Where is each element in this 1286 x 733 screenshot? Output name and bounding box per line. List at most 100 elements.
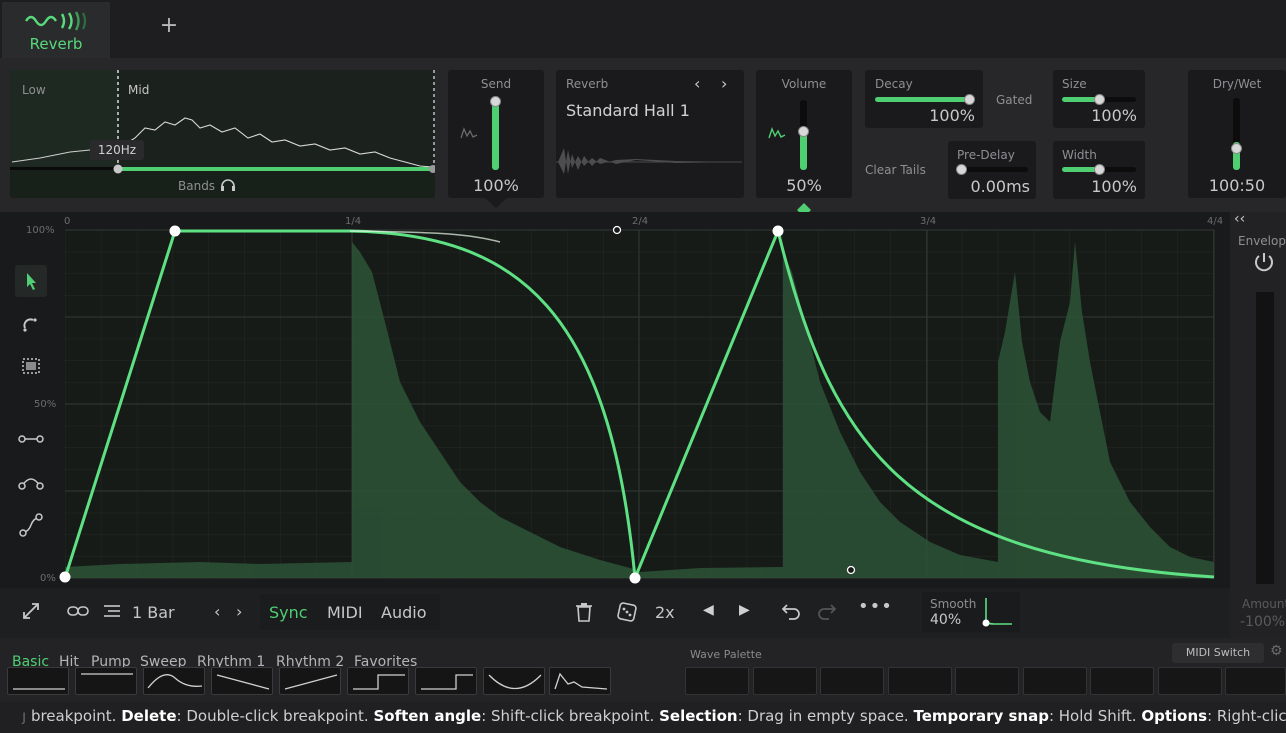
shape-ramp-down[interactable]	[211, 667, 273, 695]
shape-step-up[interactable]	[347, 667, 409, 695]
shape-step-up-icon	[353, 674, 405, 690]
status-key-options: Options	[1141, 707, 1208, 725]
headphones-icon[interactable]	[220, 178, 236, 192]
preset-next-button[interactable]: ›	[721, 74, 727, 93]
status-desc-delete: : Double-click breakpoint.	[176, 707, 369, 725]
reverb-ir-waveform	[556, 148, 742, 174]
wave-slot-2[interactable]	[753, 667, 817, 695]
shape-pluck[interactable]	[549, 667, 611, 695]
gated-toggle[interactable]: Gated	[996, 93, 1032, 107]
link-icon[interactable]	[66, 602, 90, 620]
volume-slider-handle[interactable]	[798, 126, 809, 137]
collapse-panel-button[interactable]: ‹‹	[1234, 211, 1245, 227]
curve-s-tool[interactable]	[15, 509, 47, 541]
drywet-label: Dry/Wet	[1212, 77, 1262, 91]
wave-slot-7[interactable]	[1090, 667, 1154, 695]
amount-value[interactable]: -100%	[1240, 614, 1285, 630]
send-slider-fill	[492, 100, 499, 170]
status-key-soften: Soften angle	[373, 707, 482, 725]
multiply-button[interactable]: 2x	[655, 603, 675, 622]
predelay-label: Pre-Delay	[957, 148, 1015, 162]
length-next-button[interactable]: ›	[236, 602, 242, 621]
wave-slot-4[interactable]	[888, 667, 952, 695]
smooth-value[interactable]: 40%	[930, 612, 961, 628]
audio-mode-button[interactable]: Audio	[381, 603, 426, 622]
shape-flat-low[interactable]	[7, 667, 69, 695]
redo-icon[interactable]	[816, 601, 838, 621]
trash-icon[interactable]	[574, 601, 594, 623]
tab-label: Reverb	[29, 35, 83, 53]
x-tick-0: 0	[64, 216, 71, 227]
crossover-freq-tooltip: 120Hz	[90, 140, 144, 160]
tab-reverb[interactable]: Reverb	[2, 2, 110, 58]
length-value[interactable]: 1 Bar	[132, 603, 175, 622]
predelay-slider[interactable]	[958, 167, 1028, 172]
add-tab-button[interactable]: +	[155, 12, 183, 40]
more-options-button[interactable]: •••	[858, 596, 893, 617]
undo-icon[interactable]	[780, 601, 802, 621]
volume-mod-icon[interactable]	[768, 126, 786, 140]
power-icon[interactable]	[1252, 250, 1276, 274]
magnet-tool[interactable]	[15, 308, 47, 340]
x-tick-1: 1/4	[345, 216, 362, 227]
shape-step-late[interactable]	[415, 667, 477, 695]
amount-label: Amount	[1242, 597, 1286, 611]
shape-flat-high-icon	[81, 673, 133, 675]
predelay-slider-handle[interactable]	[956, 164, 967, 175]
shape-dip[interactable]	[483, 667, 545, 695]
length-menu-icon[interactable]	[101, 602, 123, 620]
width-panel: Width 100%	[1053, 141, 1145, 199]
midi-mode-button[interactable]: MIDI	[327, 603, 363, 622]
midi-switch-button[interactable]: MIDI Switch	[1172, 643, 1264, 663]
shape-flat-high[interactable]	[75, 667, 137, 695]
curve-arch-tool[interactable]	[15, 466, 47, 498]
wave-slot-8[interactable]	[1158, 667, 1222, 695]
drywet-panel: Dry/Wet 100:50	[1188, 70, 1286, 198]
wave-slot-1[interactable]	[685, 667, 749, 695]
reverb-preset-name[interactable]: Standard Hall 1	[566, 101, 690, 120]
wave-slot-5[interactable]	[955, 667, 1019, 695]
smooth-curve-icon[interactable]	[980, 596, 1014, 630]
status-desc-soften: : Shift-click breakpoint.	[481, 707, 655, 725]
size-value: 100%	[1091, 106, 1137, 125]
shape-sine[interactable]	[143, 667, 205, 695]
shift-right-button[interactable]: ▶	[739, 602, 750, 618]
envelope-graph[interactable]	[0, 212, 1230, 588]
send-mod-icon[interactable]	[460, 126, 478, 140]
decay-slider-handle[interactable]	[964, 94, 975, 105]
tab-bar	[0, 0, 1286, 58]
predelay-value: 0.00ms	[970, 177, 1030, 196]
expand-icon[interactable]	[20, 600, 42, 622]
dice-icon[interactable]	[616, 601, 638, 623]
drywet-slider[interactable]	[1233, 98, 1240, 170]
y-tick-100: 100%	[26, 225, 55, 236]
preset-prev-button[interactable]: ‹	[694, 74, 700, 93]
clear-tails-button[interactable]: Clear Tails	[865, 163, 935, 177]
gear-icon[interactable]: ⚙	[1270, 643, 1283, 659]
shape-ramp-up-icon	[284, 674, 338, 690]
size-slider-handle[interactable]	[1094, 94, 1105, 105]
pointer-tool[interactable]	[15, 265, 47, 297]
curve-s-icon	[19, 513, 43, 537]
send-label: Send	[480, 77, 512, 91]
band-mid-label: Mid	[128, 83, 150, 97]
wave-slot-9[interactable]	[1225, 667, 1286, 695]
drywet-slider-handle[interactable]	[1231, 143, 1242, 154]
shape-ramp-up[interactable]	[279, 667, 341, 695]
width-slider-handle[interactable]	[1094, 164, 1105, 175]
reverb-panel: Reverb ‹ › Standard Hall 1	[556, 70, 744, 198]
sync-mode-button[interactable]: Sync	[269, 603, 308, 622]
wave-slot-6[interactable]	[1023, 667, 1087, 695]
length-prev-button[interactable]: ‹	[214, 602, 220, 621]
decay-panel: Decay 100%	[865, 70, 983, 128]
wave-slot-3[interactable]	[820, 667, 884, 695]
send-slider[interactable]	[492, 100, 499, 170]
line-flat-tool[interactable]	[15, 423, 47, 455]
status-key-selection: Selection	[659, 707, 738, 725]
reverb-label: Reverb	[566, 77, 609, 91]
select-tool[interactable]	[15, 350, 47, 382]
decay-slider[interactable]	[875, 97, 973, 102]
shift-left-button[interactable]: ◀	[703, 602, 714, 618]
send-slider-handle[interactable]	[490, 96, 501, 107]
decay-value: 100%	[929, 106, 975, 125]
